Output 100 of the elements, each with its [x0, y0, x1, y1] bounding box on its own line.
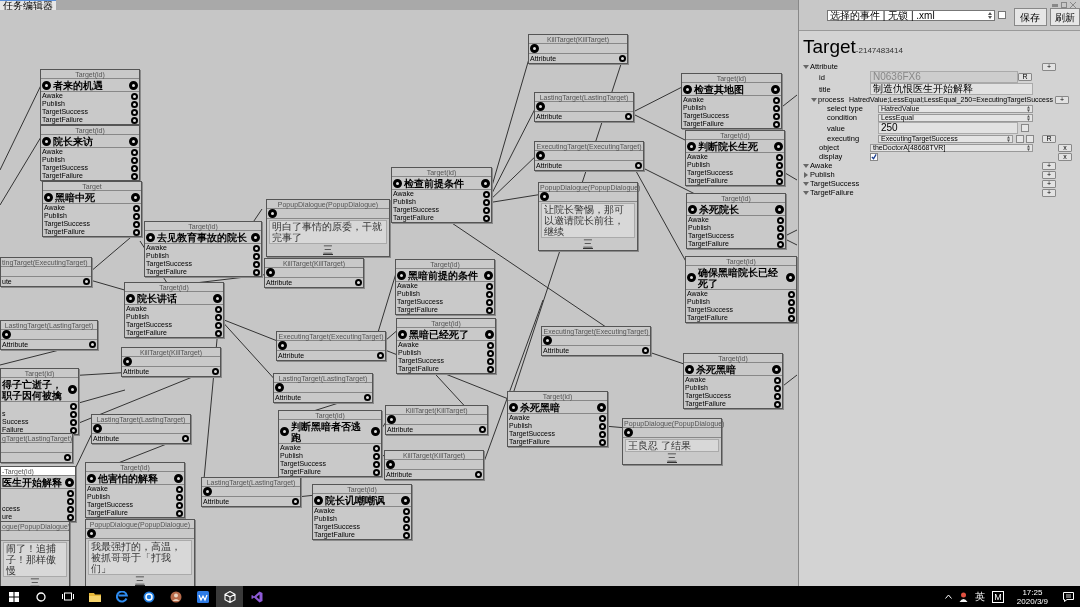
port-icon[interactable] [87, 473, 96, 483]
updown-icon [987, 12, 992, 19]
node-title: 黑暗中死 [55, 191, 96, 203]
port-icon[interactable] [635, 162, 642, 169]
dialogue-text: 王良忍 了结果 [625, 439, 719, 452]
maximize-icon [1061, 2, 1067, 8]
clock[interactable]: 17:25 2020/3/9 [1016, 587, 1048, 606]
port-icon[interactable] [397, 270, 406, 280]
document-app-icon [196, 590, 209, 603]
port-icon[interactable] [2, 330, 11, 339]
dialogue-text: 让院长警惕，那可以邀请院长前往，继续 [541, 203, 635, 238]
dialogue-button[interactable]: 三 [667, 453, 677, 463]
check-icon [871, 153, 877, 160]
pin-icon [1052, 2, 1058, 8]
node-title: 得子亡逝子，职子因何被擒 [2, 378, 63, 401]
updown-icon [1027, 114, 1030, 121]
dialogue-button[interactable]: 三 [583, 239, 593, 249]
text-field[interactable]: 制造仇恨医生开始解释 [870, 83, 1033, 95]
dialogue-button[interactable]: 三 [323, 245, 333, 255]
ribbon-icon [250, 590, 263, 603]
port-icon[interactable] [83, 278, 90, 285]
toolbar-button[interactable]: 保存 [1013, 8, 1047, 26]
port-icon[interactable] [203, 487, 212, 496]
port-icon[interactable] [126, 293, 135, 303]
node-title: 黑暗已经死了 [409, 328, 470, 340]
port-icon[interactable] [543, 336, 552, 345]
node-title: 检查其地图 [694, 83, 745, 95]
node-title: 检查前提条件 [404, 177, 465, 189]
close-icon [1070, 2, 1076, 8]
node-title: 去见教育事故的院长 [157, 231, 248, 243]
node-title: 院长讲话 [137, 292, 178, 304]
port-icon[interactable] [93, 424, 102, 433]
port-icon[interactable] [642, 347, 649, 354]
checkbox[interactable] [1021, 124, 1029, 132]
port-icon[interactable] [685, 364, 694, 374]
port-icon[interactable] [44, 192, 53, 202]
checkbox[interactable] [1026, 134, 1034, 143]
port-icon[interactable] [292, 498, 299, 505]
port-icon[interactable] [619, 55, 626, 62]
node-title: 杀死黑暗 [696, 363, 736, 375]
port-icon[interactable] [123, 357, 132, 366]
ime-mode[interactable]: M [992, 590, 1004, 603]
updown-icon [1007, 135, 1010, 142]
input-language[interactable]: 英 [975, 590, 986, 603]
node-title: 医生开始解释 [2, 476, 63, 488]
port-icon[interactable] [42, 136, 51, 146]
taskbar-app[interactable] [216, 586, 243, 607]
port-icon[interactable] [688, 204, 697, 214]
windows-logo-icon [8, 591, 19, 602]
dialogue-button[interactable]: 三 [30, 578, 40, 586]
port-icon[interactable] [355, 279, 362, 286]
checkbox[interactable] [1016, 134, 1024, 143]
port-icon[interactable] [398, 329, 407, 339]
browser-icon [115, 590, 128, 603]
file-dropdown[interactable]: 选择的事件 | 无锁 | .xml [827, 10, 995, 21]
port-icon[interactable] [393, 178, 402, 188]
port-icon[interactable] [278, 341, 287, 350]
port-icon[interactable] [479, 426, 486, 433]
dialogue-button[interactable]: 三 [135, 576, 145, 586]
port-icon[interactable] [275, 383, 284, 392]
node-title: 院长讥嘲嘲讽 [325, 494, 386, 506]
dialogue-text: 闹了！追捕子！那样傲慢 [3, 542, 67, 577]
node-title: 判断院长生死 [698, 140, 759, 152]
cube-icon [223, 590, 236, 603]
port-icon[interactable] [89, 341, 96, 348]
node-title: 院长来访 [53, 135, 93, 147]
person-icon [959, 591, 969, 602]
updown-icon [1027, 144, 1030, 151]
dialogue-text: 我最强打的，高温，被抓哥哥于「打我们」 [88, 540, 192, 575]
node-title: 判断黑暗者否逃跑 [291, 420, 362, 443]
port-icon[interactable] [314, 495, 323, 505]
node-title: 他害怕的解释 [98, 472, 159, 484]
text-field[interactable]: 250 [878, 122, 1018, 134]
port-icon[interactable] [377, 352, 384, 359]
inspector-id: -2147483414 [855, 46, 903, 55]
node-title: 确保黑暗院长已经死了 [698, 266, 779, 289]
port-icon[interactable] [536, 102, 545, 111]
port-icon[interactable] [509, 402, 518, 412]
port-icon[interactable] [536, 151, 545, 160]
port-icon[interactable] [530, 44, 539, 53]
task-view-icon [61, 592, 74, 601]
port-icon[interactable] [625, 113, 632, 120]
port-icon[interactable] [364, 394, 371, 401]
search-icon [35, 591, 46, 602]
port-icon[interactable] [182, 435, 189, 442]
checkbox[interactable] [997, 11, 1006, 19]
port-icon[interactable] [683, 84, 692, 94]
node-title: 杀死院长 [699, 203, 740, 215]
node-title: 杀死黑暗 [520, 401, 560, 413]
checkbox[interactable] [870, 152, 878, 161]
notification-icon [1063, 591, 1074, 602]
port-icon[interactable] [280, 427, 289, 436]
port-icon[interactable] [42, 80, 51, 90]
port-icon[interactable] [475, 471, 482, 478]
port-icon[interactable] [212, 368, 219, 375]
port-icon[interactable] [64, 454, 71, 461]
node-title: 者来的机遇 [53, 79, 104, 91]
port-icon[interactable] [687, 141, 696, 151]
port-icon[interactable] [687, 273, 696, 282]
toolbar-button[interactable]: 刷新 [1049, 8, 1080, 26]
